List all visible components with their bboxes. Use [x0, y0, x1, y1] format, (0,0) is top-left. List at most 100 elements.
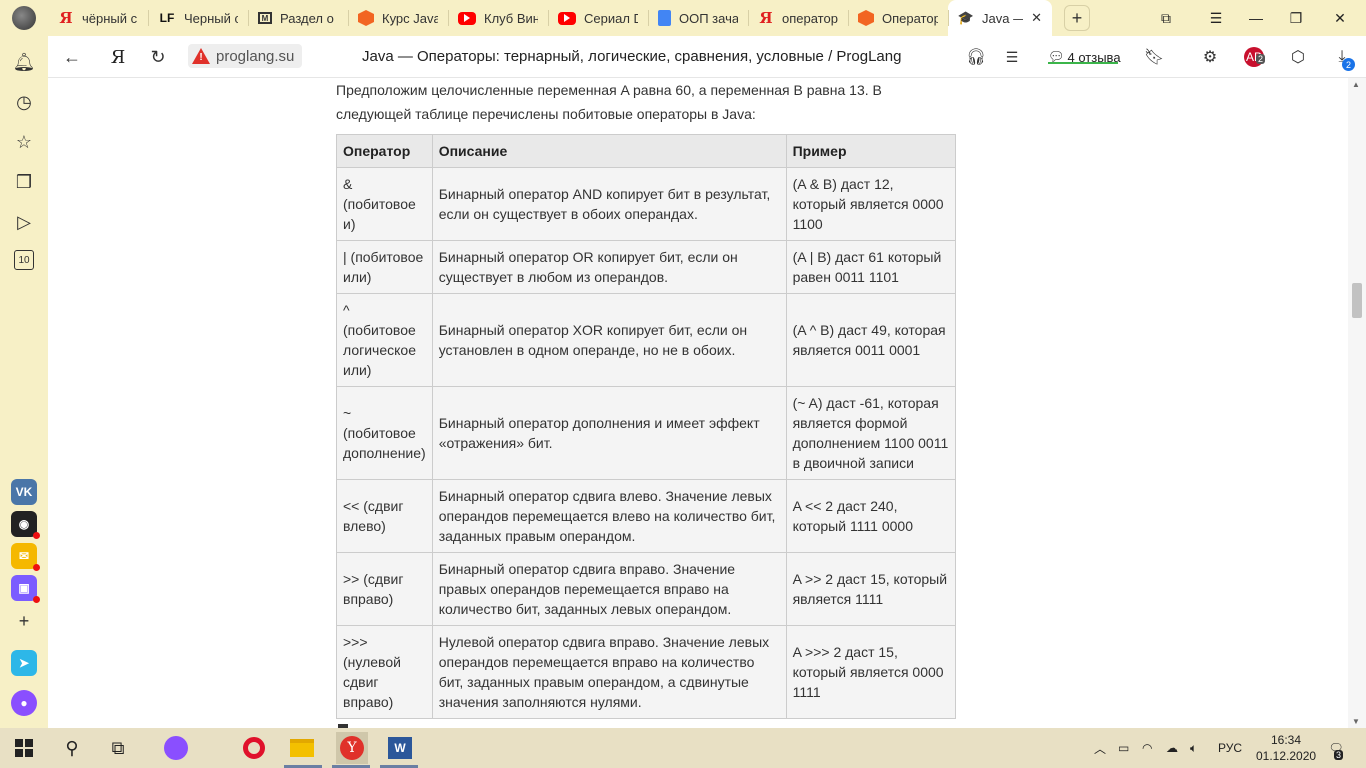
battery-icon[interactable]: ▭	[1118, 728, 1129, 768]
table-row: << (сдвиг влево) Бинарный оператор сдвиг…	[336, 479, 957, 553]
tab-9[interactable]: Операторы	[848, 0, 948, 36]
language-indicator[interactable]: РУС	[1218, 728, 1242, 768]
reviews-button[interactable]: 💬︎ 4 отзыва	[1048, 44, 1121, 70]
tab-label: Java —	[982, 10, 1024, 26]
menu-icon[interactable]: ☰	[1196, 0, 1236, 36]
example-cell: A >> 2 даст 15, который является 1111	[785, 552, 957, 626]
bitwise-operators-table: Оператор Описание Пример & (побитовое и)…	[336, 134, 957, 719]
hexlet-favicon-icon	[858, 10, 874, 26]
windows-start-icon[interactable]	[10, 734, 38, 762]
notification-dot	[33, 532, 40, 539]
tab-active[interactable]: 🎓 Java — ✕	[948, 0, 1052, 36]
tab-label: ООП зача	[679, 10, 738, 26]
notifications-count: 3	[1334, 750, 1344, 760]
send-icon[interactable]: ➤	[11, 650, 37, 676]
tab-label: оператор	[782, 10, 838, 26]
vk-icon[interactable]: VK	[11, 479, 37, 505]
table-row: >>> (нулевой сдвиг вправо) Нулевой опера…	[336, 625, 957, 719]
operator-cell: & (побитовое и)	[336, 167, 433, 241]
cloud-icon[interactable]: ☁	[1166, 728, 1178, 768]
tab-label: Клуб Вин	[484, 10, 538, 26]
reader-mode-icon[interactable]: ☰	[1000, 44, 1024, 70]
reload-icon[interactable]: ↻	[146, 44, 170, 70]
header-example: Пример	[785, 134, 957, 168]
scroll-up-icon[interactable]: ▲	[1352, 80, 1360, 89]
operator-cell: << (сдвиг влево)	[336, 479, 433, 553]
description-cell: Бинарный оператор AND копирует бит в рез…	[431, 167, 787, 241]
tab-1[interactable]: Я чёрный с	[48, 0, 148, 36]
word-icon[interactable]: W	[386, 734, 414, 762]
table-row: ~ (побитовое дополнение) Бинарный операт…	[336, 386, 957, 480]
page-title[interactable]: Java — Операторы: тернарный, логические,…	[362, 48, 901, 65]
tab-label: Сериал D	[584, 10, 638, 26]
table-row: ^ (побитовое логическое или) Бинарный оп…	[336, 293, 957, 387]
example-cell: A >>> 2 даст 15, который является 0000 1…	[785, 625, 957, 719]
volume-icon[interactable]: 🔈︎	[1190, 728, 1197, 768]
tab-4[interactable]: Курс Java	[348, 0, 448, 36]
bookmark-icon[interactable]: 🔖︎	[1142, 44, 1166, 70]
counter-icon[interactable]: 10	[14, 250, 34, 270]
hexlet-favicon-icon	[358, 10, 374, 26]
add-icon[interactable]: +	[12, 609, 36, 633]
address-bar: ← Я ↻ ! proglang.su Java — Операторы: те…	[48, 36, 1366, 78]
clock-date: 01.12.2020	[1256, 749, 1317, 763]
tab-3[interactable]: M Раздел о	[248, 0, 348, 36]
windows-taskbar: ⚲ ⧉ Y W ︿ ▭ ◠ ☁ 🔈︎ РУС 16:34 01.12.2020 …	[0, 728, 1366, 768]
tab-label: Черный с	[184, 10, 238, 26]
close-window-icon[interactable]: ✕	[1320, 0, 1360, 36]
vertical-scrollbar[interactable]: ▲ ▼	[1348, 78, 1366, 728]
notification-dot	[33, 564, 40, 571]
back-arrow-icon[interactable]: ←	[60, 44, 84, 70]
tab-7[interactable]: ООП зача	[648, 0, 748, 36]
notifications-icon[interactable]: 🗨︎	[1326, 728, 1346, 768]
close-tab-icon[interactable]: ✕	[1031, 10, 1042, 26]
graduation-cap-icon: 🎓	[957, 10, 975, 25]
folder-shape	[290, 739, 314, 757]
opera-icon[interactable]	[240, 734, 268, 762]
mail-icon[interactable]: ✉	[11, 543, 40, 571]
extension-icon[interactable]: ⚙	[1198, 44, 1222, 70]
history-clock-icon[interactable]: ◷	[12, 90, 36, 114]
file-explorer-icon[interactable]	[288, 734, 316, 762]
profile-avatar[interactable]	[12, 6, 36, 30]
tab-8[interactable]: Я оператор	[748, 0, 848, 36]
operator-cell: ^ (побитовое логическое или)	[336, 293, 433, 387]
yandex-browser-icon[interactable]: Y	[336, 732, 368, 764]
example-cell: A << 2 даст 240, который 1111 0000	[785, 479, 957, 553]
description-cell: Бинарный оператор XOR копирует бит, если…	[431, 293, 787, 387]
collections-icon[interactable]: ❒	[12, 170, 36, 194]
tab-label: чёрный с	[82, 10, 138, 26]
operator-cell: ~ (побитовое дополнение)	[336, 386, 433, 480]
tray-chevron-icon[interactable]: ︿	[1094, 728, 1106, 768]
task-view-icon[interactable]: ⧉	[104, 734, 132, 762]
scrollbar-thumb[interactable]	[1352, 283, 1362, 318]
tab-6[interactable]: Сериал D	[548, 0, 648, 36]
star-icon[interactable]: ☆	[12, 130, 36, 154]
search-icon[interactable]: ⚲	[58, 734, 86, 762]
minimize-icon[interactable]: —	[1236, 0, 1276, 36]
alice-assistant-icon[interactable]: ●	[11, 690, 37, 716]
headphones-icon[interactable]: 🎧︎	[964, 44, 988, 70]
notification-dot	[33, 596, 40, 603]
play-icon[interactable]: ▷	[12, 210, 36, 234]
tracker-icon[interactable]: ◉	[11, 511, 40, 539]
yandex-circle: Y	[340, 736, 364, 760]
tab-5[interactable]: Клуб Вин	[448, 0, 548, 36]
tab-bar: Я чёрный с LF Черный с M Раздел о Курс J…	[0, 0, 1366, 36]
site-host-pill[interactable]: ! proglang.su	[188, 44, 303, 68]
page-content: Предположим целочисленные переменная A р…	[48, 78, 1348, 728]
clock[interactable]: 16:34 01.12.2020	[1256, 732, 1316, 764]
protect-icon[interactable]: ⬡	[1286, 44, 1310, 70]
new-tab-button[interactable]: +	[1064, 5, 1090, 31]
example-cell: (A ^ B) даст 49, которая является 0011 0…	[785, 293, 957, 387]
operator-cell: >>> (нулевой сдвиг вправо)	[336, 625, 433, 719]
scroll-down-icon[interactable]: ▼	[1352, 717, 1360, 726]
tab-2[interactable]: LF Черный с	[148, 0, 248, 36]
messenger-icon[interactable]: ▣	[11, 575, 40, 603]
tabs-overview-icon[interactable]: ⧉	[1146, 0, 1186, 36]
alice-taskbar-icon[interactable]	[162, 734, 190, 762]
bell-icon[interactable]: 🔔︎	[12, 50, 36, 74]
wifi-icon[interactable]: ◠	[1142, 728, 1152, 768]
restore-icon[interactable]: ❐	[1276, 0, 1316, 36]
yandex-logo-icon[interactable]: Я	[106, 44, 130, 70]
